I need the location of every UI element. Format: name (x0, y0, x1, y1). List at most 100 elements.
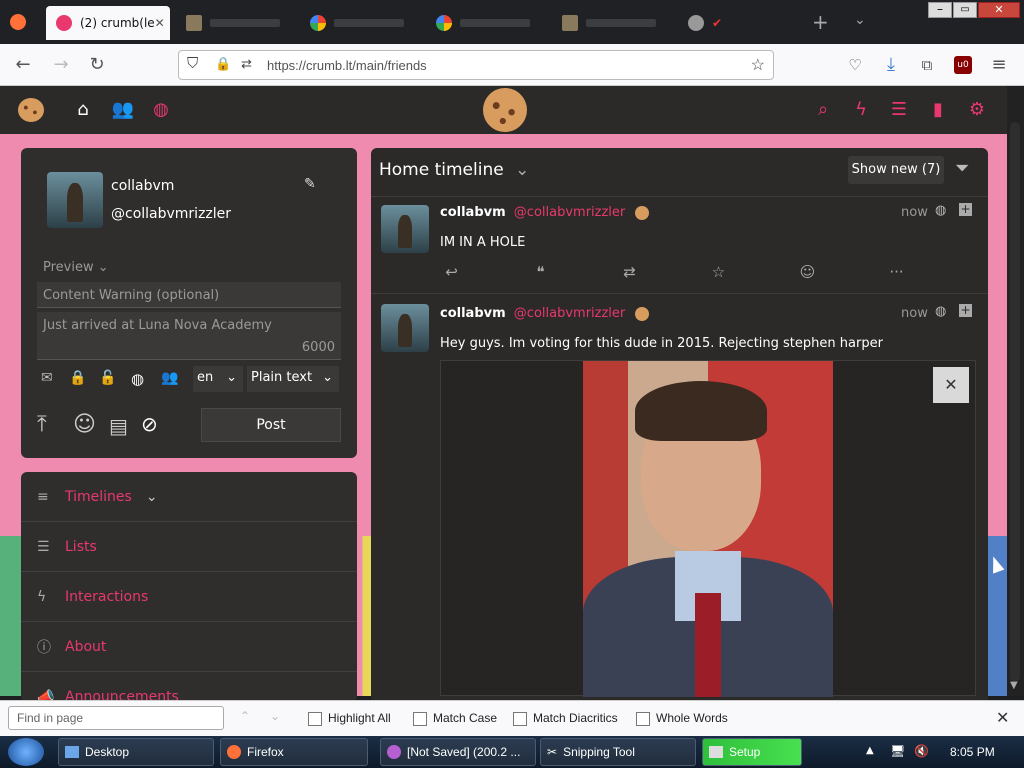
new-tab-icon[interactable]: + (812, 10, 829, 34)
gear-icon[interactable]: ⚙ (964, 98, 990, 122)
bookmark-icon[interactable]: ▮ (925, 98, 951, 122)
taskbar-item-snipping-tool[interactable]: ✂ Snipping Tool (540, 738, 696, 766)
extensions-icon[interactable]: ⧉ (916, 54, 938, 76)
tab-list-icon[interactable]: ⌄ (854, 12, 866, 28)
ublock-icon[interactable]: u0 (954, 56, 972, 74)
sidebar-item-timelines[interactable]: ≡ Timelines ⌄ (21, 472, 357, 522)
edit-profile-icon[interactable]: ✎ (304, 176, 316, 192)
close-find-icon[interactable]: ✕ (996, 708, 1009, 728)
start-button-icon[interactable] (8, 738, 44, 766)
users-icon[interactable]: 👥 (110, 98, 136, 122)
post-handle[interactable]: @collabvmrizzler (514, 306, 625, 321)
match-diacritics-checkbox[interactable] (513, 711, 527, 726)
upload-icon[interactable]: ⤒ (37, 412, 47, 437)
volume-muted-icon[interactable]: 🔇 (914, 744, 929, 758)
shield-icon[interactable]: ⛉ (187, 55, 198, 72)
network-icon[interactable]: 🖥 (890, 744, 905, 758)
globe-icon[interactable]: ◍ (131, 370, 144, 388)
content-warning-input[interactable]: Content Warning (optional) (37, 282, 341, 308)
tab-2[interactable] (176, 6, 296, 40)
download-icon[interactable]: ⤓ (880, 54, 902, 76)
cookie-logo-icon[interactable] (483, 88, 527, 132)
post-textarea[interactable]: Just arrived at Luna Nova Academy 6000 (37, 312, 341, 360)
post-time[interactable]: now (901, 205, 928, 220)
show-new-button[interactable]: Show new (7) (848, 156, 944, 184)
hide-media-icon[interactable]: ⊘ (141, 412, 158, 436)
timeline-title[interactable]: Home timeline ⌄ (379, 160, 529, 180)
more-icon[interactable]: ··· (852, 263, 941, 281)
attached-photo[interactable] (583, 361, 833, 697)
boost-icon[interactable]: ⇄ (585, 263, 674, 281)
search-icon[interactable]: ⌕ (810, 98, 836, 122)
tab-4[interactable] (426, 6, 546, 40)
sidebar-item-interactions[interactable]: ϟ Interactions (21, 572, 357, 622)
users-icon[interactable]: 👥 (161, 370, 178, 386)
close-window-icon[interactable]: ✕ (978, 2, 1020, 18)
avatar[interactable] (381, 205, 429, 253)
sidebar-item-lists[interactable]: ☰ Lists (21, 522, 357, 572)
pocket-icon[interactable]: ♡ (844, 54, 866, 76)
bookmark-star-icon[interactable]: ☆ (751, 55, 765, 75)
crumb-logo-icon[interactable] (18, 98, 44, 122)
avatar[interactable] (381, 304, 429, 352)
whole-words-checkbox[interactable] (636, 711, 650, 726)
favorite-icon[interactable]: ☆ (674, 263, 763, 281)
permissions-icon[interactable]: ⇄ (241, 56, 252, 72)
lock-icon[interactable]: 🔒 (215, 56, 231, 72)
filter-icon[interactable]: ⏷ (955, 158, 969, 179)
avatar[interactable] (47, 172, 103, 228)
chevron-down-icon[interactable]: ⌄ (146, 489, 158, 505)
tray-arrow-icon[interactable]: ▲ (866, 745, 874, 756)
close-icon[interactable]: ✕ (933, 367, 969, 403)
tab-crumb[interactable]: (2) crumb(le ✕ (46, 6, 170, 40)
taskbar-item-desktop[interactable]: Desktop (58, 738, 214, 766)
post-time[interactable]: now (901, 306, 928, 321)
sidebar-item-about[interactable]: ⓘ About (21, 622, 357, 672)
highlight-all-checkbox[interactable] (308, 711, 322, 726)
taskbar-item-firefox[interactable]: Firefox (220, 738, 368, 766)
media-attachment[interactable]: ✕ (440, 360, 976, 697)
list-icon[interactable]: ☰ (886, 98, 912, 122)
emoji-icon[interactable]: ☺ (73, 412, 96, 437)
back-icon[interactable]: ← (12, 54, 34, 76)
post-button[interactable]: Post (201, 408, 341, 442)
format-select[interactable]: Plain text ⌄ (247, 366, 339, 392)
url-bar[interactable]: ⛉ 🔒 ⇄ https://crumb.lt/main/friends ☆ (178, 50, 774, 80)
language-select[interactable]: en ⌄ (193, 366, 243, 392)
find-input[interactable]: Find in page (8, 706, 224, 730)
emoji-react-icon[interactable]: ☺ (763, 263, 852, 281)
match-case-checkbox[interactable] (413, 711, 427, 726)
globe-icon[interactable]: ◍ (148, 98, 174, 122)
scroll-down-icon[interactable]: ▼ (1010, 680, 1018, 691)
reply-icon[interactable]: ↩ (407, 263, 496, 281)
find-next-icon[interactable]: ⌄ (270, 709, 280, 723)
expand-icon[interactable]: + (959, 203, 972, 216)
forward-icon[interactable]: → (50, 54, 72, 76)
tab-6[interactable]: ✔ (678, 6, 778, 40)
tab-3[interactable] (300, 6, 420, 40)
expand-icon[interactable]: + (959, 304, 972, 317)
quote-icon[interactable]: ❝ (496, 263, 585, 281)
post-handle[interactable]: @collabvmrizzler (514, 205, 625, 220)
bolt-icon[interactable]: ϟ (848, 98, 874, 122)
close-tab-icon[interactable]: ✕ (155, 16, 165, 30)
preview-toggle[interactable]: Preview ⌄ (43, 260, 109, 275)
lock-icon[interactable]: 🔒 (69, 370, 86, 386)
reload-icon[interactable]: ↻ (86, 54, 108, 76)
page-scrollbar[interactable]: ▼ (1007, 86, 1024, 696)
unlock-icon[interactable]: 🔓 (99, 370, 116, 386)
clock[interactable]: 8:05 PM (950, 745, 995, 759)
home-icon[interactable]: ⌂ (70, 98, 96, 122)
find-previous-icon[interactable]: ⌃ (240, 709, 250, 723)
post-author[interactable]: collabvm (440, 205, 506, 220)
post-author[interactable]: collabvm (440, 306, 506, 321)
url-text: https://crumb.lt/main/friends (267, 57, 427, 73)
taskbar-item-setup[interactable]: Setup (702, 738, 802, 766)
mail-icon[interactable]: ✉ (41, 370, 53, 386)
poll-icon[interactable]: ▤ (109, 414, 128, 438)
tab-5[interactable] (552, 6, 672, 40)
taskbar-item-editor[interactable]: [Not Saved] (200.2 ... (380, 738, 536, 766)
menu-icon[interactable]: ≡ (988, 54, 1010, 76)
maximize-icon[interactable]: ▭ (953, 2, 977, 18)
minimize-icon[interactable]: – (928, 2, 952, 18)
